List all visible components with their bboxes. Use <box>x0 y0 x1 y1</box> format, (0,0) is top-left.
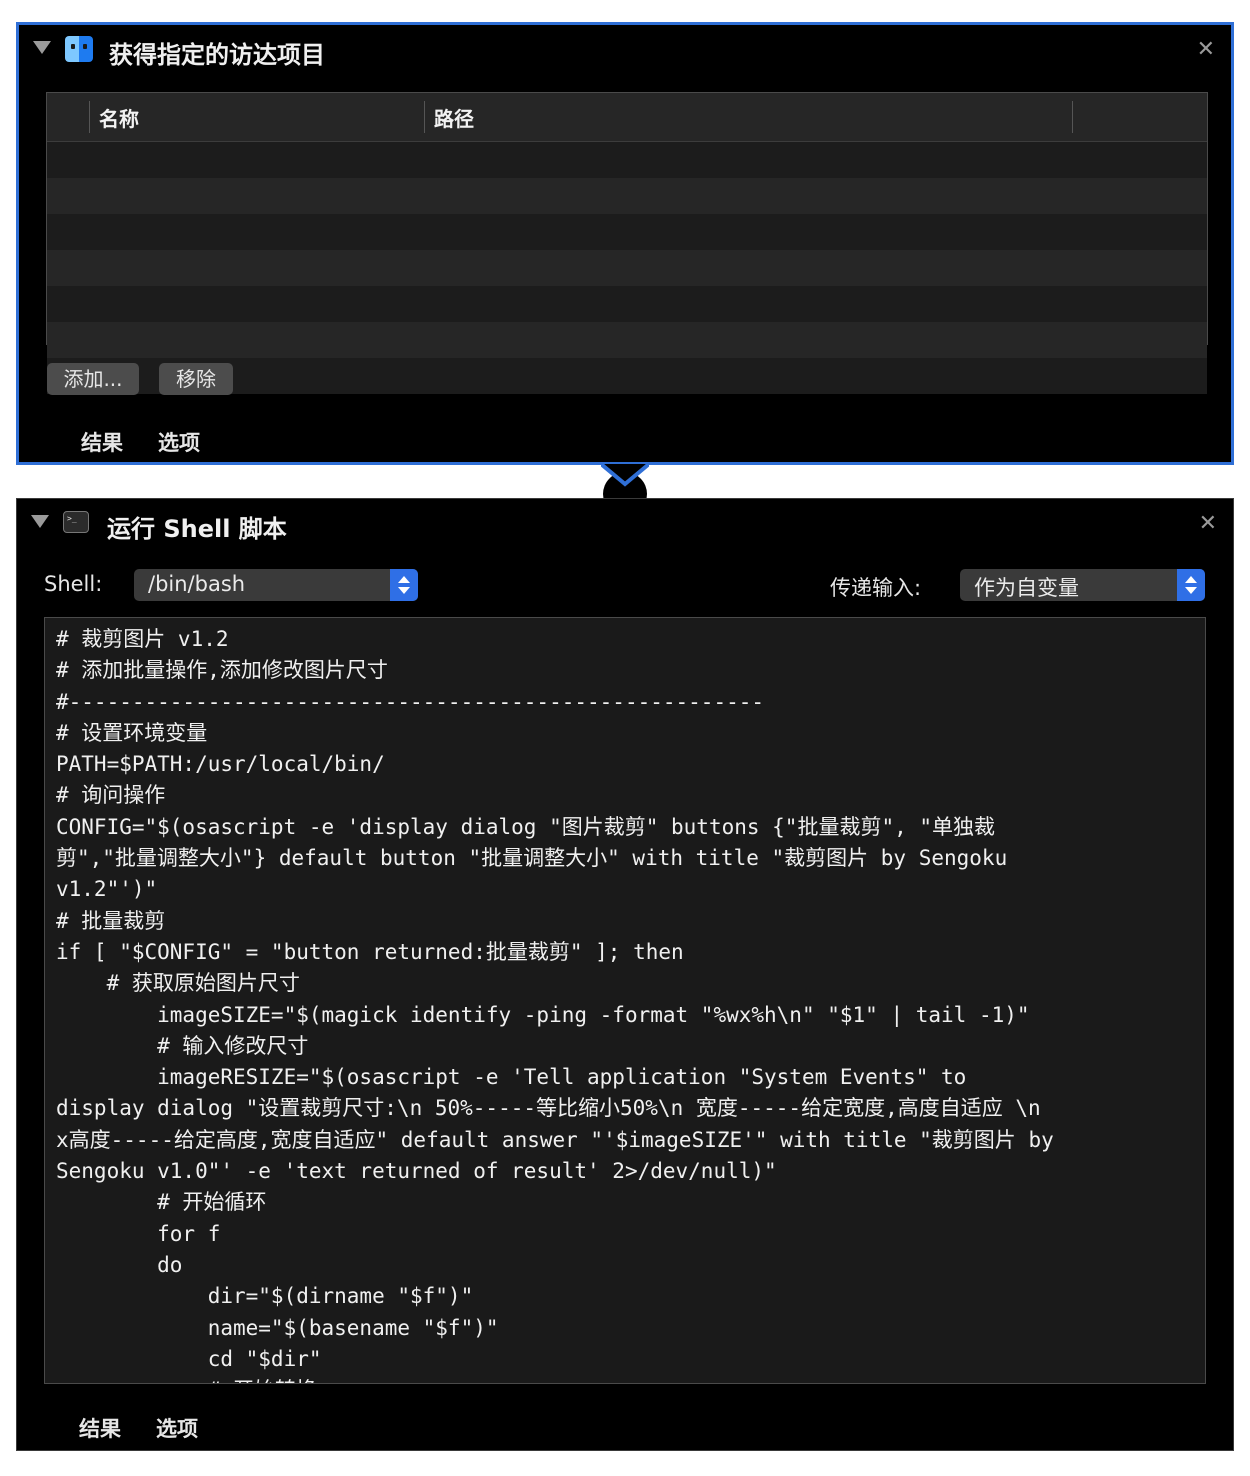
table-row <box>47 250 1207 286</box>
tab-results[interactable]: 结果 <box>81 427 123 457</box>
action-header: >_ 运行 Shell 脚本 ✕ <box>17 499 1233 551</box>
table-row <box>47 214 1207 250</box>
action-header: 获得指定的访达项目 ✕ <box>19 25 1231 77</box>
pass-input-label: 传递输入: <box>830 576 922 600</box>
code-line: # 添加批量操作,添加修改图片尺寸 <box>56 658 388 683</box>
disclosure-triangle-icon[interactable] <box>33 41 51 54</box>
column-separator <box>1072 101 1073 133</box>
script-text[interactable]: # 裁剪图片 v1.2 # 添加批量操作,添加修改图片尺寸 #-----------… <box>45 618 1205 1383</box>
action-title: 运行 Shell 脚本 <box>107 515 287 543</box>
code-line: # 开始循环 <box>56 1190 267 1215</box>
shell-select[interactable]: /bin/bash <box>134 569 418 601</box>
table-row <box>47 178 1207 214</box>
code-line: if [ "$CONFIG" = "button returned:批量裁剪" … <box>56 939 684 964</box>
table-row <box>47 322 1207 358</box>
code-line: CONFIG="$(osascript -e 'display dialog "… <box>56 814 996 839</box>
column-separator <box>424 101 425 133</box>
code-line: display dialog "设置裁剪尺寸:\n 50%-----等比缩小50… <box>56 1096 1041 1121</box>
table-body <box>47 142 1207 394</box>
code-line: for f <box>56 1221 221 1246</box>
code-line: # 获取原始图片尺寸 <box>56 971 300 996</box>
pass-input-value: 作为自变量 <box>974 576 1079 600</box>
code-line: # 裁剪图片 v1.2 <box>56 627 229 651</box>
table-header: 名称 路径 <box>47 93 1207 142</box>
code-line: # 设置环境变量 <box>56 720 208 745</box>
table-row <box>47 286 1207 322</box>
select-stepper-icon <box>1177 569 1205 601</box>
finder-items-table[interactable]: 名称 路径 <box>46 92 1208 394</box>
script-editor[interactable]: # 裁剪图片 v1.2 # 添加批量操作,添加修改图片尺寸 #-----------… <box>44 617 1206 1384</box>
code-line: #---------------------------------------… <box>56 689 765 714</box>
add-button[interactable]: 添加... <box>47 363 139 395</box>
shell-select-value: /bin/bash <box>148 572 246 596</box>
code-line: PATH=$PATH:/usr/local/bin/ <box>56 752 385 777</box>
code-line: do <box>56 1252 183 1277</box>
disclosure-triangle-icon[interactable] <box>31 515 49 528</box>
get-finder-items-action: 获得指定的访达项目 ✕ 名称 路径 添加... 移除 结果 选项 <box>16 22 1234 465</box>
pass-input-select[interactable]: 作为自变量 <box>960 569 1205 601</box>
tab-results[interactable]: 结果 <box>79 1413 121 1443</box>
code-line: # 开始转换 <box>56 1375 1205 1383</box>
code-line: Sengoku v1.0"' -e 'text returned of resu… <box>56 1159 777 1184</box>
code-line: imageSIZE="$(magick identify -ping -form… <box>56 1002 1030 1027</box>
code-line: # 批量裁剪 <box>56 908 166 933</box>
column-header-name[interactable]: 名称 <box>99 103 139 132</box>
action-title: 获得指定的访达项目 <box>109 41 325 69</box>
code-line: 剪","批量调整大小"} default button "批量调整大小" wit… <box>56 846 1008 871</box>
table-row <box>47 142 1207 178</box>
code-line: # 输入修改尺寸 <box>56 1033 309 1058</box>
column-separator <box>89 101 90 133</box>
run-shell-script-action: >_ 运行 Shell 脚本 ✕ Shell: /bin/bash 传递输入: … <box>16 498 1234 1451</box>
column-header-path[interactable]: 路径 <box>434 103 474 132</box>
remove-button[interactable]: 移除 <box>159 363 233 395</box>
code-line: imageRESIZE="$(osascript -e 'Tell applic… <box>56 1065 967 1090</box>
tab-options[interactable]: 选项 <box>156 1413 198 1443</box>
code-line: v1.2"')" <box>56 877 158 902</box>
finder-icon <box>65 36 93 62</box>
code-line: name="$(basename "$f")" <box>56 1315 499 1340</box>
shell-label: Shell: <box>44 572 103 596</box>
code-line: dir="$(dirname "$f")" <box>56 1284 474 1309</box>
close-icon[interactable]: ✕ <box>1199 511 1217 536</box>
tab-options[interactable]: 选项 <box>158 427 200 457</box>
code-line: # 询问操作 <box>56 783 166 808</box>
select-stepper-icon <box>390 569 418 601</box>
code-line: cd "$dir" <box>56 1346 322 1371</box>
terminal-icon: >_ <box>63 511 89 533</box>
close-icon[interactable]: ✕ <box>1197 37 1215 62</box>
code-line: x高度-----给定高度,宽度自适应" default answer "'$im… <box>56 1127 1054 1152</box>
